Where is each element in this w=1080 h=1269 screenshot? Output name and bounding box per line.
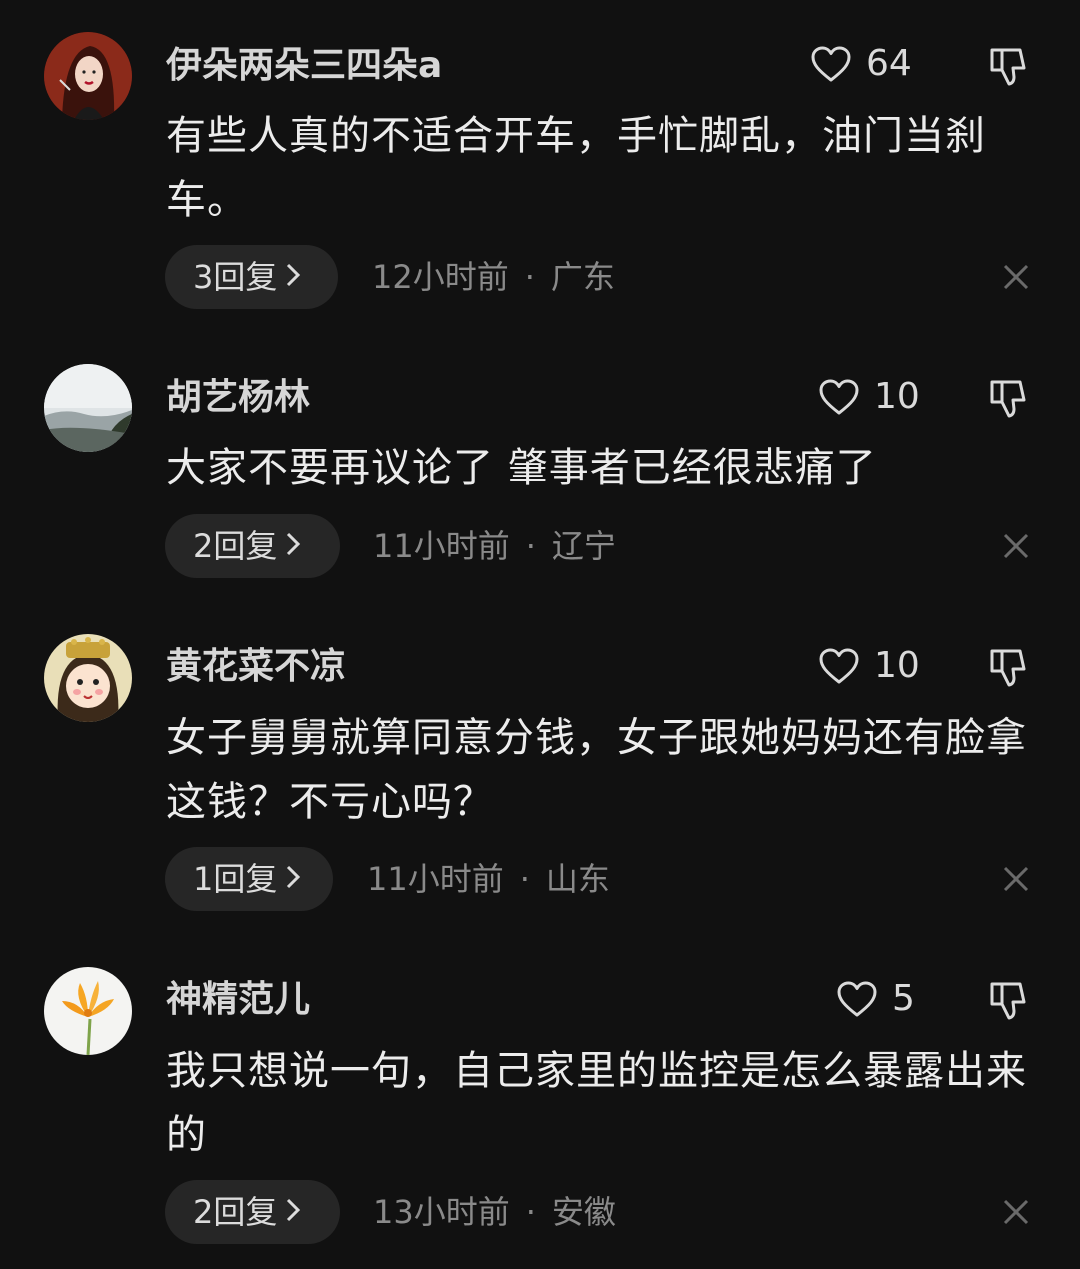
thumbs-down-icon [990,982,1026,1020]
like-count: 10 [874,376,920,417]
username[interactable]: 伊朵两朵三四朵a [166,44,442,88]
chevron-right-icon [285,1180,301,1244]
heart-icon [837,981,877,1017]
comment-time: 12小时前 [372,258,509,296]
flower-icon [44,967,132,1055]
meta-separator: · [525,1193,536,1231]
chevron-right-icon [285,847,301,911]
reply-button[interactable]: 2回复 [165,1180,340,1244]
reply-button[interactable]: 3回复 [165,245,338,309]
reply-label: 2回复 [193,1193,278,1231]
reply-label: 2回复 [193,527,278,565]
comment-time: 11小时前 [367,860,504,898]
comment-text: 有些人真的不适合开车，手忙脚乱，油门当刹车。 [166,113,986,223]
thumbs-down-icon [990,649,1026,687]
like-count: 64 [866,43,912,84]
woman-portrait-icon [44,32,132,120]
like-button[interactable]: 10 [818,644,920,688]
heart-icon [811,46,851,82]
comment-time: 13小时前 [373,1193,510,1231]
chevron-right-icon [285,245,301,309]
avatar[interactable] [44,364,132,452]
reply-button[interactable]: 2回复 [165,514,340,578]
dislike-button[interactable] [986,376,1030,420]
comment-location: 辽宁 [551,527,616,565]
username[interactable]: 黄花菜不凉 [166,645,346,689]
thumbs-down-icon [990,380,1026,418]
close-button[interactable] [1002,865,1030,893]
reply-button[interactable]: 1回复 [165,847,333,911]
comment-text: 大家不要再议论了 肇事者已经很悲痛了 [166,445,877,491]
dislike-button[interactable] [986,44,1030,88]
close-icon [1003,866,1029,892]
avatar[interactable] [44,32,132,120]
heart-icon [819,379,859,415]
reply-label: 1回复 [193,860,278,898]
close-button[interactable] [1002,263,1030,291]
username[interactable]: 神精范儿 [166,978,310,1022]
meta-separator: · [519,860,530,898]
comment-meta: 13小时前 · 安徽 [373,1180,616,1244]
close-button[interactable] [1002,1198,1030,1226]
like-button[interactable]: 10 [818,375,920,419]
like-button[interactable]: 5 [836,977,915,1021]
comment-text: 我只想说一句，自己家里的监控是怎么暴露出来的 [166,1048,1027,1158]
comment-meta: 11小时前 · 山东 [367,847,610,911]
dislike-button[interactable] [986,645,1030,689]
avatar[interactable] [44,967,132,1055]
comment-location: 山东 [545,860,610,898]
comment-location: 广东 [550,258,615,296]
comment-location: 安徽 [551,1193,616,1231]
username[interactable]: 胡艺杨林 [166,376,310,420]
close-icon [1003,533,1029,559]
landscape-icon [44,364,132,452]
like-count: 10 [874,645,920,686]
comment-meta: 11小时前 · 辽宁 [373,514,616,578]
close-button[interactable] [1002,532,1030,560]
comment-meta: 12小时前 · 广东 [372,245,615,309]
comment-time: 11小时前 [373,527,510,565]
close-icon [1003,1199,1029,1225]
meta-separator: · [524,258,535,296]
comment-text: 女子舅舅就算同意分钱，女子跟她妈妈还有脸拿这钱？不亏心吗？ [166,715,1027,825]
reply-label: 3回复 [193,258,278,296]
like-count: 5 [892,978,915,1019]
meta-separator: · [525,527,536,565]
chevron-right-icon [285,514,301,578]
cartoon-character-icon [44,634,132,722]
thumbs-down-icon [990,48,1026,86]
close-icon [1003,264,1029,290]
avatar[interactable] [44,634,132,722]
dislike-button[interactable] [986,978,1030,1022]
heart-icon [819,648,859,684]
like-button[interactable]: 64 [810,42,912,86]
